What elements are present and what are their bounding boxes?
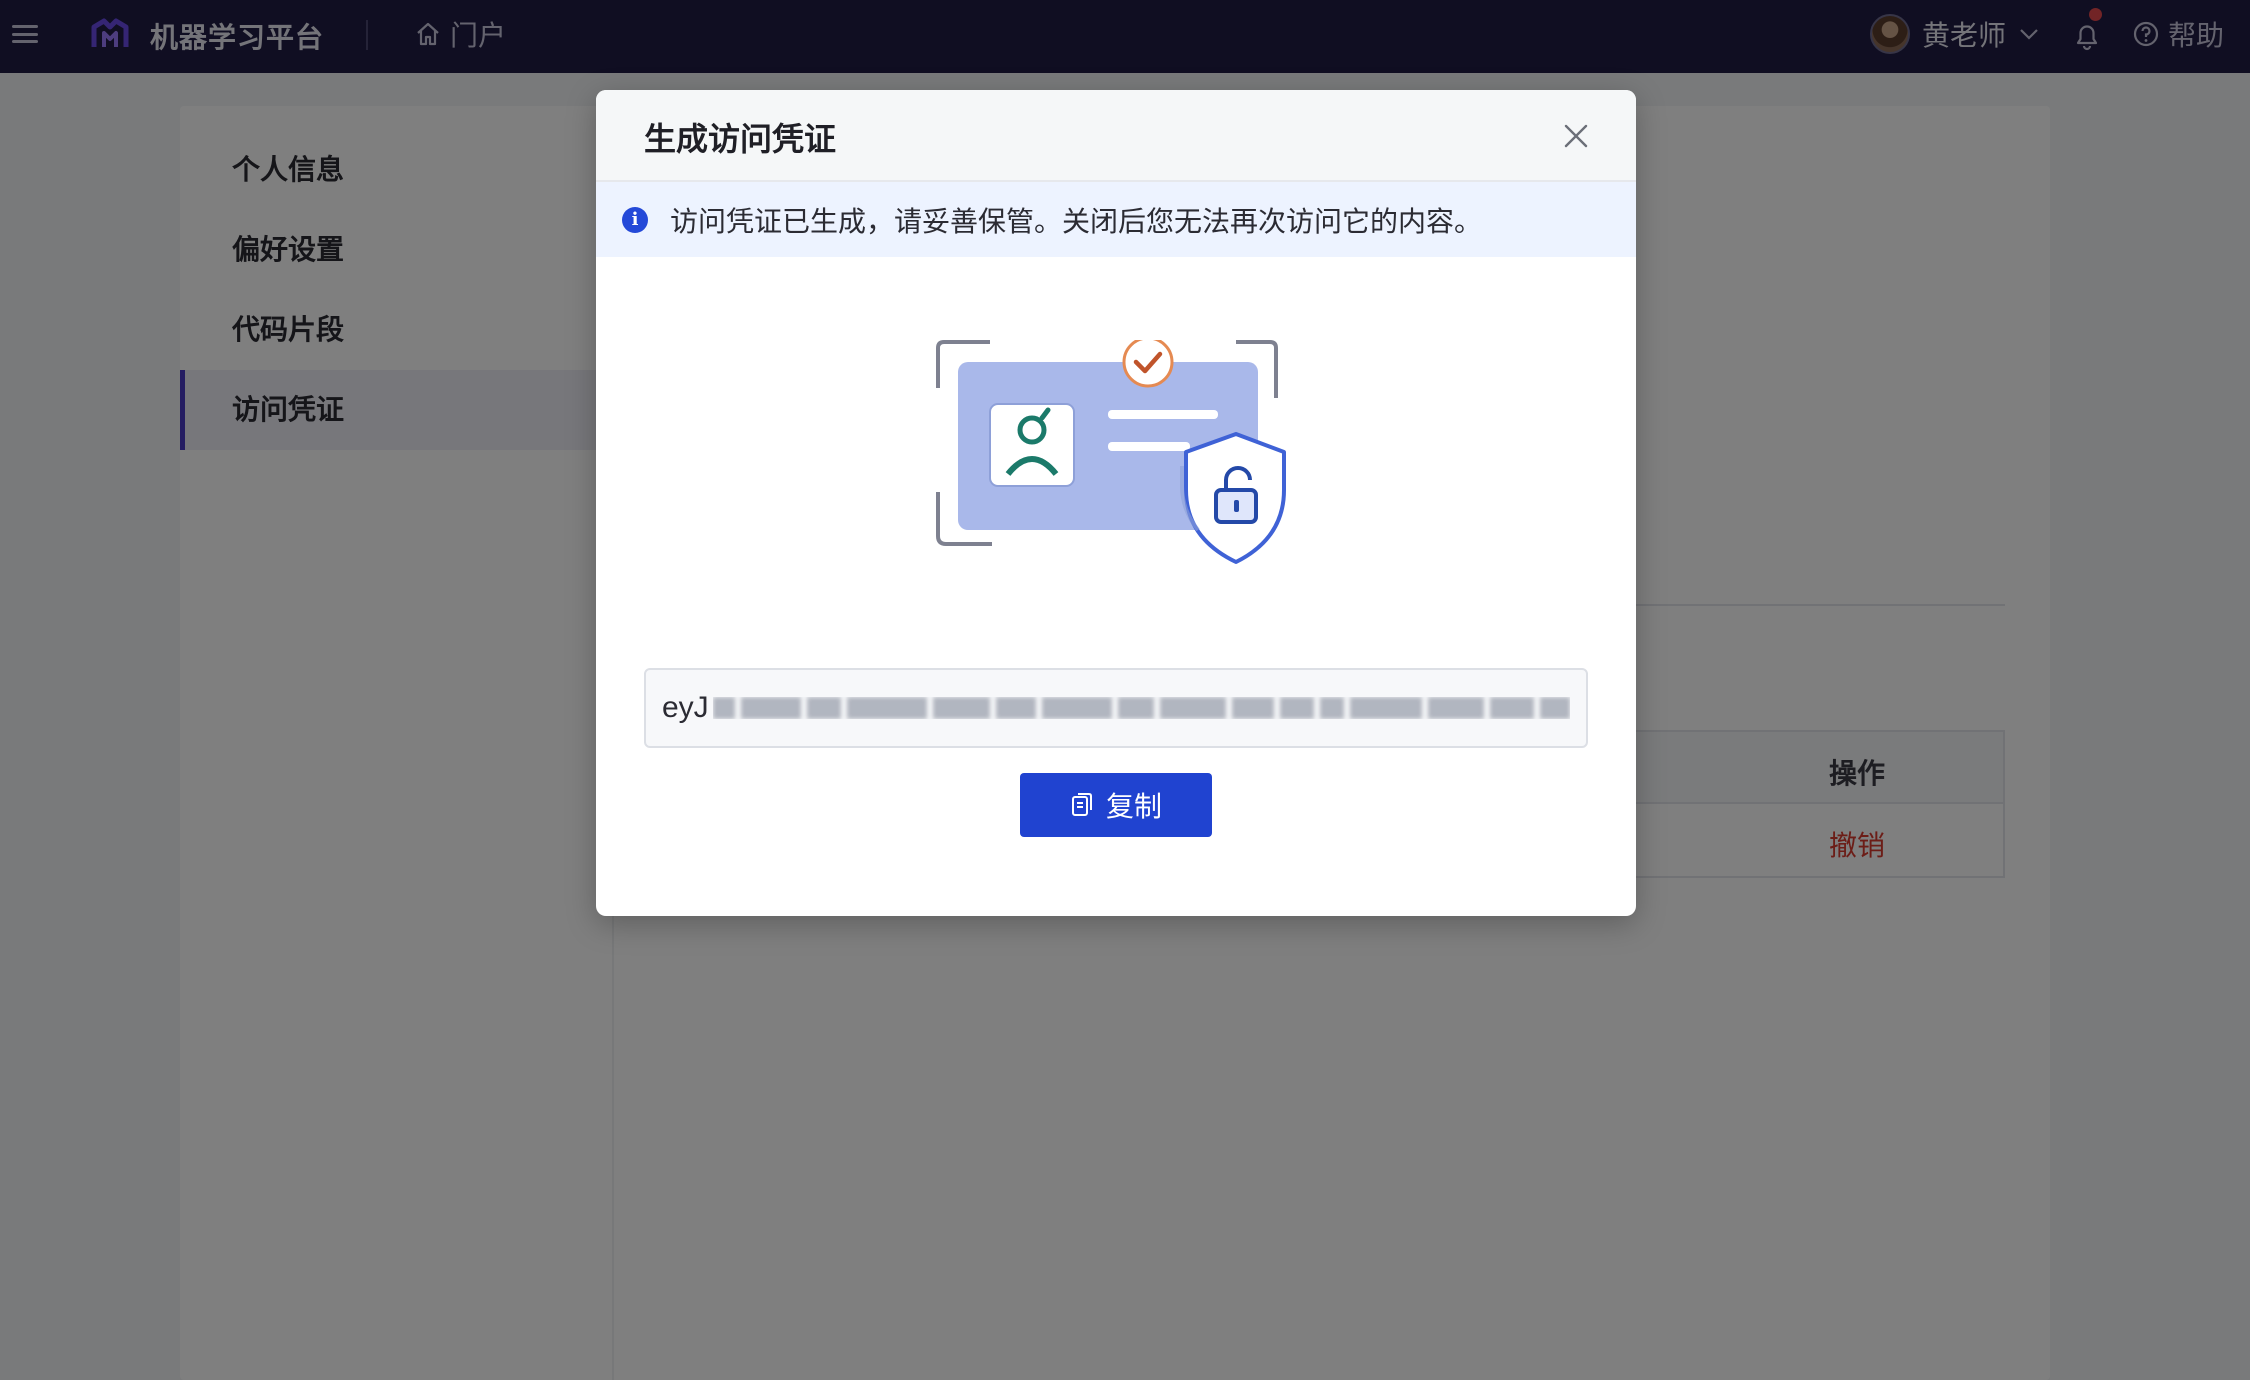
generate-credential-dialog: 生成访问凭证 i 访问凭证已生成，请妥善保管。关闭后您无法再次访问它的内容。 e… <box>596 90 1636 916</box>
info-icon: i <box>622 206 648 233</box>
alert-text: 访问凭证已生成，请妥善保管。关闭后您无法再次访问它的内容。 <box>670 205 1483 237</box>
dialog-title: 生成访问凭证 <box>644 121 837 157</box>
token-field[interactable]: eyJ <box>644 668 1588 748</box>
token-redacted <box>712 697 1570 719</box>
credential-shield-illustration <box>936 340 1286 564</box>
dialog-header: 生成访问凭证 <box>596 90 1636 182</box>
copy-icon <box>1071 793 1092 816</box>
token-value: eyJ <box>662 691 709 724</box>
close-icon[interactable] <box>1558 118 1594 154</box>
copy-button[interactable]: 复制 <box>1020 773 1212 837</box>
info-alert: i 访问凭证已生成，请妥善保管。关闭后您无法再次访问它的内容。 <box>596 182 1636 257</box>
copy-label: 复制 <box>1105 791 1162 822</box>
